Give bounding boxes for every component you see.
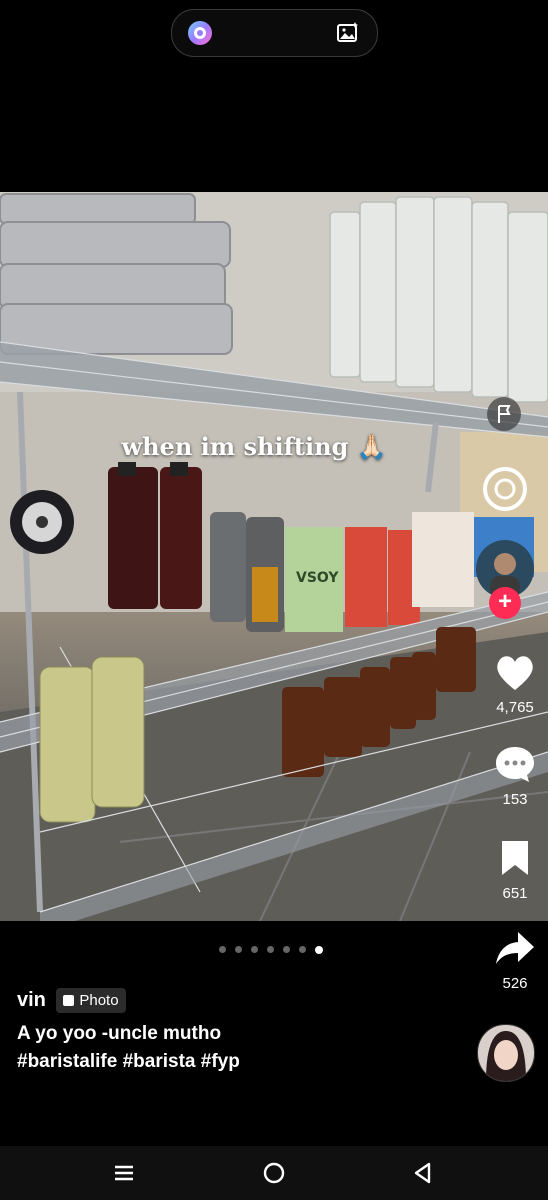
comment-icon — [496, 747, 534, 782]
ai-assistant-icon[interactable] — [186, 19, 214, 47]
comment-count: 153 — [502, 791, 528, 808]
home-icon[interactable] — [261, 1160, 287, 1186]
comment-button[interactable]: 153 — [490, 744, 540, 808]
bookmark-icon — [502, 841, 528, 875]
carousel-dot-active[interactable] — [315, 946, 323, 954]
share-arrow-icon — [496, 932, 534, 964]
carousel-indicator — [219, 946, 323, 956]
system-navigation-bar — [0, 1146, 548, 1200]
username[interactable]: vin — [17, 989, 46, 1012]
like-count: 4,765 — [496, 699, 534, 716]
photo-badge: Photo — [56, 988, 126, 1013]
like-button[interactable]: 4,765 — [490, 652, 540, 716]
report-flag-button[interactable] — [487, 397, 521, 431]
avatar-image — [478, 1025, 534, 1081]
carousel-dot[interactable] — [251, 946, 258, 953]
post-author-row: vin Photo — [17, 988, 126, 1013]
back-icon[interactable] — [410, 1160, 436, 1186]
flag-icon — [498, 405, 511, 423]
post-hashtags[interactable]: #baristalife #barista #fyp — [17, 1051, 240, 1073]
storage-shelf-illustration: VSOY — [0, 192, 548, 921]
carousel-dot[interactable] — [219, 946, 226, 953]
photo-badge-label: Photo — [79, 992, 119, 1009]
carousel-dot[interactable] — [299, 946, 306, 953]
save-count: 651 — [502, 885, 528, 902]
photo-overlay-text: when im shifting 🙏🏻 — [121, 432, 387, 461]
share-button[interactable]: 526 — [490, 928, 540, 992]
share-count: 526 — [502, 975, 528, 992]
post-caption[interactable]: A yo yoo -uncle mutho — [17, 1023, 221, 1045]
music-disc-icon[interactable] — [480, 464, 530, 514]
save-button[interactable]: 651 — [490, 838, 540, 902]
carousel-dot[interactable] — [267, 946, 274, 953]
creator-avatar[interactable] — [477, 1024, 535, 1082]
carousel-dot[interactable] — [283, 946, 290, 953]
carousel-dot[interactable] — [235, 946, 242, 953]
photo-icon — [63, 995, 75, 1006]
recent-apps-icon[interactable] — [111, 1160, 137, 1186]
top-search-pill[interactable] — [171, 9, 378, 57]
vsoy-label: VSOY — [296, 570, 339, 586]
follow-button[interactable]: + — [489, 587, 521, 619]
image-search-icon[interactable] — [335, 20, 361, 46]
post-photo[interactable]: VSOY when im shifting 🙏🏻 — [0, 192, 548, 921]
heart-icon — [497, 656, 533, 690]
